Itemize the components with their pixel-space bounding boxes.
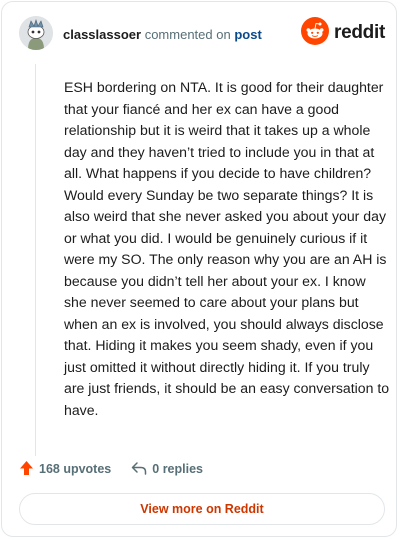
- upvote-arrow-icon: [19, 460, 34, 479]
- comment-actions: 168 upvotes 0 replies: [19, 458, 203, 480]
- reddit-logo-icon: [301, 16, 330, 50]
- reply-button[interactable]: 0 replies: [131, 461, 203, 478]
- byline: classlassoer commented on post: [63, 27, 262, 42]
- reply-count: 0 replies: [152, 462, 203, 476]
- comment-embed-card: classlassoer commented on post reddit ES…: [1, 1, 397, 537]
- upvote-count: 168 upvotes: [39, 462, 112, 476]
- comment-header: classlassoer commented on post reddit: [19, 16, 385, 56]
- comment-body: ESH bordering on NTA. It is good for the…: [64, 79, 390, 418]
- reddit-wordmark: reddit: [334, 22, 385, 43]
- username-link[interactable]: classlassoer: [63, 27, 141, 42]
- commented-on-text: commented on: [144, 27, 231, 42]
- post-link[interactable]: post: [234, 27, 261, 42]
- view-more-button[interactable]: View more on Reddit: [19, 493, 385, 525]
- thread-line: [35, 64, 36, 456]
- reply-arrow-icon: [131, 461, 147, 478]
- upvote-button[interactable]: 168 upvotes: [19, 460, 111, 479]
- snoo-avatar-icon[interactable]: [19, 16, 53, 50]
- reddit-brand[interactable]: reddit: [301, 16, 385, 50]
